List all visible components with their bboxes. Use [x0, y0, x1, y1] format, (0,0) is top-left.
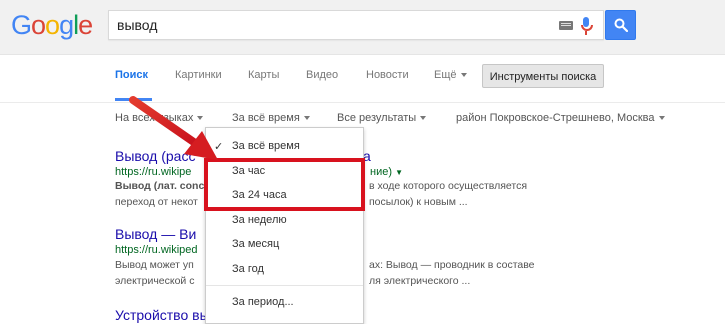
result-snippet: электрической с	[115, 275, 195, 287]
caret-down-icon	[197, 116, 204, 121]
result-snippet-tail: ля электрического ...	[369, 275, 471, 287]
menu-item-past-week[interactable]: За неделю	[232, 214, 287, 226]
filter-time-label: За всё время	[232, 112, 300, 124]
result-url: https://ru.wikiped	[115, 244, 198, 256]
filter-language-label: На всех языках	[115, 112, 194, 124]
menu-item-all-time[interactable]: За всё время	[232, 140, 300, 152]
result-snippet: Вывод (лат. conc	[115, 178, 204, 194]
logo-letter: o	[31, 10, 46, 40]
logo-letter: e	[78, 10, 93, 40]
result-snippet: переход от некот	[115, 196, 198, 208]
logo-letter: o	[45, 10, 60, 40]
search-button[interactable]	[605, 10, 636, 40]
menu-item-custom-range[interactable]: За период...	[232, 296, 294, 308]
search-icon	[614, 18, 628, 32]
result-snippet-tail: ах: Вывод — проводник в составе	[369, 259, 535, 271]
result-url-tail-text: ние)	[370, 166, 392, 178]
check-icon: ✓	[214, 141, 224, 153]
highlight-box	[204, 158, 365, 211]
filter-language[interactable]: На всех языках	[115, 112, 204, 124]
caret-down-icon	[658, 116, 665, 121]
search-tabs	[0, 55, 725, 103]
result-snippet-text: Вывод (лат. conc	[115, 180, 205, 192]
caret-down-icon	[303, 116, 310, 121]
keyboard-icon[interactable]	[559, 21, 573, 30]
result-title[interactable]: Вывод — Ви	[115, 226, 196, 242]
result-title[interactable]: Вывод (расс	[115, 148, 195, 164]
active-tab-indicator	[115, 98, 152, 101]
result-snippet-tail: в ходе которого осуществляется	[369, 180, 528, 192]
caret-down-icon[interactable]: ▼	[395, 168, 403, 177]
menu-divider	[206, 285, 363, 286]
result-snippet: Вывод может уп	[115, 259, 194, 271]
caret-down-icon	[460, 73, 467, 78]
tab-video[interactable]: Видео	[306, 69, 338, 81]
time-filter-menu: ✓ За всё время За час За 24 часа За неде…	[205, 127, 364, 324]
filter-results-label: Все результаты	[337, 112, 417, 124]
tab-images[interactable]: Картинки	[175, 69, 222, 81]
filter-results[interactable]: Все результаты	[337, 112, 427, 124]
filter-location-label: район Покровское-Стрешнево, Москва	[456, 112, 655, 124]
filter-location[interactable]: район Покровское-Стрешнево, Москва	[456, 112, 665, 124]
search-box	[108, 10, 604, 40]
menu-item-past-year[interactable]: За год	[232, 263, 264, 275]
logo-letter: g	[59, 10, 74, 40]
search-input[interactable]	[117, 11, 537, 39]
tab-search[interactable]: Поиск	[115, 69, 148, 81]
filter-time[interactable]: За всё время	[232, 112, 310, 124]
microphone-icon[interactable]	[581, 17, 593, 35]
search-tools-button[interactable]: Инструменты поиска	[482, 64, 604, 88]
logo-letter: G	[11, 10, 32, 40]
tab-news[interactable]: Новости	[366, 69, 409, 81]
tab-maps[interactable]: Карты	[248, 69, 279, 81]
result-snippet-tail: посылок) к новым ...	[369, 196, 468, 208]
menu-item-past-month[interactable]: За месяц	[232, 238, 279, 250]
result-url-tail: ние) ▼	[370, 166, 403, 178]
result-url: https://ru.wikipe	[115, 166, 192, 178]
google-logo[interactable]: Google	[11, 10, 93, 41]
tab-more-label: Ещё	[434, 69, 457, 81]
header: Google	[0, 0, 725, 55]
caret-down-icon	[420, 116, 427, 121]
tab-more[interactable]: Ещё	[434, 69, 467, 81]
